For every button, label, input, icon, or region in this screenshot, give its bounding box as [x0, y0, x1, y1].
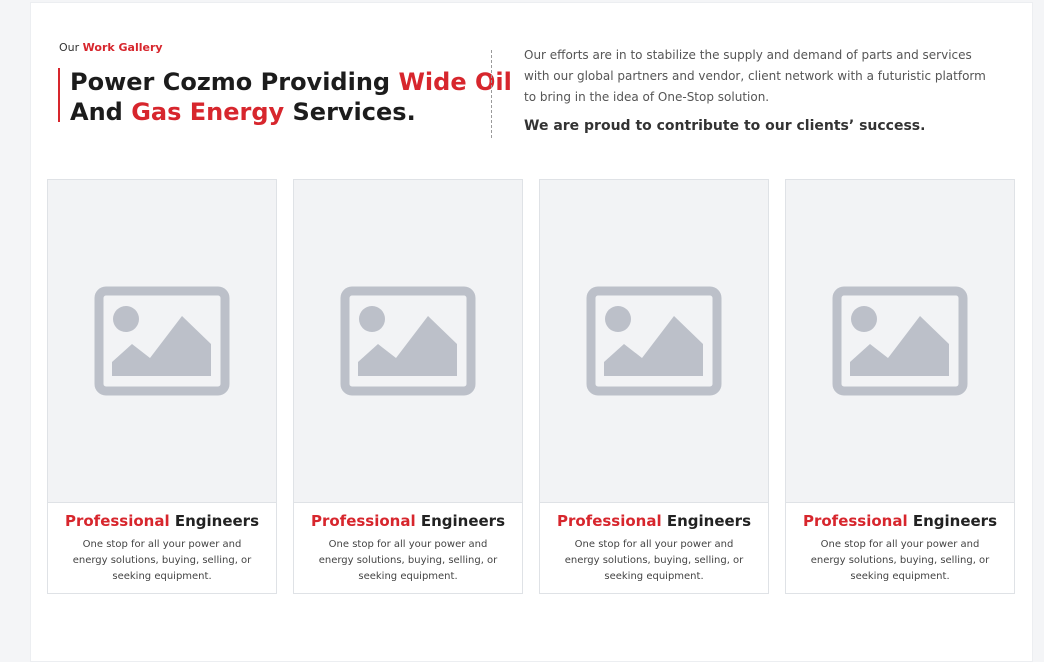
- card-title: Professional Engineers: [786, 512, 1014, 530]
- card-image: [294, 180, 522, 503]
- intro-text: Our efforts are in to stabilize the supp…: [524, 48, 986, 104]
- image-placeholder-icon: [586, 286, 722, 396]
- card-title-accent: Professional: [310, 512, 416, 530]
- gallery-card[interactable]: Professional Engineers One stop for all …: [539, 179, 769, 594]
- card-title-accent: Professional: [802, 512, 908, 530]
- title-red2: Gas Energy: [131, 98, 285, 126]
- card-description: One stop for all your power and energy s…: [318, 539, 498, 582]
- header-divider: [491, 50, 492, 138]
- title-part1: Power Cozmo Providing: [70, 68, 399, 96]
- gallery-card[interactable]: Professional Engineers One stop for all …: [293, 179, 523, 594]
- card-description: One stop for all your power and energy s…: [810, 539, 990, 582]
- image-placeholder-icon: [94, 286, 230, 396]
- section-title: Power Cozmo Providing Wide Oil: [70, 66, 512, 98]
- card-title: Professional Engineers: [294, 512, 522, 530]
- card-title-rest: Engineers: [415, 512, 506, 530]
- card-description: One stop for all your power and energy s…: [72, 539, 252, 582]
- card-title-rest: Engineers: [661, 512, 752, 530]
- section-title-block: Power Cozmo Providing Wide Oil And Gas E…: [58, 66, 512, 126]
- card-description: One stop for all your power and energy s…: [564, 539, 744, 582]
- eyebrow-prefix: Our: [59, 41, 80, 54]
- card-image: [786, 180, 1014, 503]
- gallery-card[interactable]: Professional Engineers One stop for all …: [785, 179, 1015, 594]
- section-title-line2: And Gas Energy Services.: [70, 96, 512, 128]
- tagline: We are proud to contribute to our client…: [524, 118, 926, 134]
- card-title-accent: Professional: [64, 512, 170, 530]
- card-title-rest: Engineers: [907, 512, 998, 530]
- card-image: [48, 180, 276, 503]
- card-image: [540, 180, 768, 503]
- image-placeholder-icon: [340, 286, 476, 396]
- card-title: Professional Engineers: [540, 512, 768, 530]
- card-title: Professional Engineers: [48, 512, 276, 530]
- eyebrow-accent: Work Gallery: [82, 41, 163, 54]
- section-eyebrow: Our Work Gallery: [59, 41, 163, 54]
- image-placeholder-icon: [832, 286, 968, 396]
- title-part3: Services.: [284, 98, 416, 126]
- title-red1: Wide Oil: [398, 68, 512, 96]
- card-title-rest: Engineers: [169, 512, 260, 530]
- gallery-card[interactable]: Professional Engineers One stop for all …: [47, 179, 277, 594]
- card-title-accent: Professional: [556, 512, 662, 530]
- title-part2: And: [70, 98, 132, 126]
